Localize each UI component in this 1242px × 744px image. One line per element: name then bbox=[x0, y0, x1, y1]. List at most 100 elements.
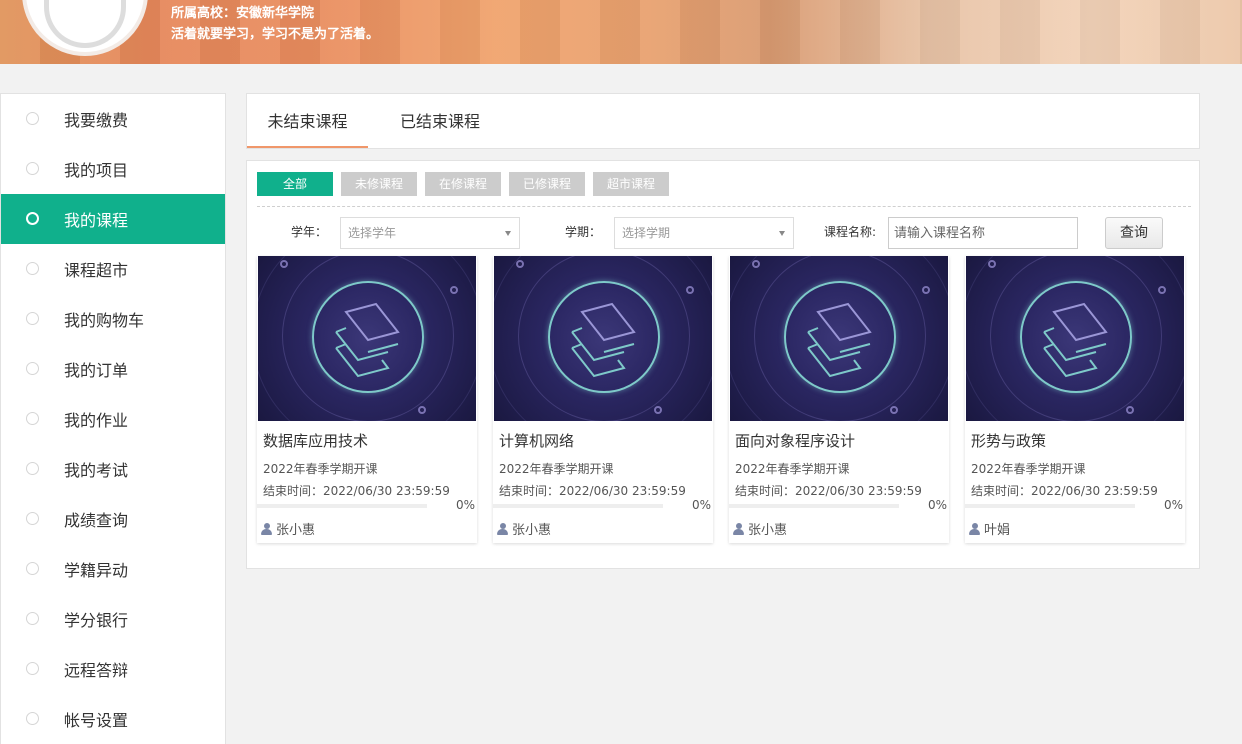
year-select[interactable]: 选择学年 bbox=[340, 217, 520, 249]
progress-percent: 0% bbox=[927, 498, 947, 512]
sidebar-item-label: 我的购物车 bbox=[64, 311, 145, 330]
teacher: 张小惠 bbox=[497, 519, 551, 538]
layers-icon bbox=[335, 302, 400, 378]
tab-finished-courses[interactable]: 已结束课程 bbox=[400, 94, 480, 148]
sidebar-item-orders[interactable]: 我的订单 bbox=[1, 344, 225, 394]
progress-percent: 0% bbox=[691, 498, 711, 512]
tab-unfinished-courses[interactable]: 未结束课程 bbox=[247, 94, 368, 148]
sidebar-item-courses[interactable]: 我的课程 bbox=[1, 194, 225, 244]
course-term: 2022年春季学期开课 bbox=[735, 462, 850, 476]
user-icon bbox=[497, 522, 508, 535]
sidebar-item-label: 课程超市 bbox=[64, 261, 129, 280]
sidebar-item-cart[interactable]: 我的购物车 bbox=[1, 294, 225, 344]
teacher: 张小惠 bbox=[261, 519, 315, 538]
user-icon bbox=[733, 522, 744, 535]
sidebar-item-exams[interactable]: 我的考试 bbox=[1, 444, 225, 494]
circle-icon bbox=[26, 312, 39, 325]
sidebar-item-label: 成绩查询 bbox=[64, 511, 129, 530]
layers-icon bbox=[1043, 302, 1108, 378]
sidebar-item-label: 我的订单 bbox=[64, 361, 129, 380]
avatar[interactable] bbox=[22, 0, 148, 56]
filter-in-progress-button[interactable]: 在修课程 bbox=[425, 172, 501, 196]
course-term: 2022年春季学期开课 bbox=[499, 462, 614, 476]
sidebar-item-label: 我的项目 bbox=[64, 161, 129, 180]
layers-icon bbox=[807, 302, 872, 378]
course-card[interactable]: 面向对象程序设计 2022年春季学期开课 结束时间：2022/06/30 23:… bbox=[729, 256, 949, 543]
course-thumbnail bbox=[966, 256, 1184, 421]
course-name-label: 课程名称: bbox=[824, 225, 877, 239]
circle-icon bbox=[26, 162, 39, 175]
circle-icon bbox=[26, 212, 39, 225]
progress-bar bbox=[729, 504, 899, 508]
circle-icon bbox=[26, 612, 39, 625]
sidebar-item-projects[interactable]: 我的项目 bbox=[1, 144, 225, 194]
course-title: 形势与政策 bbox=[971, 432, 1047, 450]
sidebar-item-label: 帐号设置 bbox=[64, 711, 129, 730]
course-panel: 全部 未修课程 在修课程 已修课程 超市课程 学年： 选择学年 学期： 选择学期… bbox=[246, 160, 1200, 569]
sidebar-item-credit-bank[interactable]: 学分银行 bbox=[1, 594, 225, 644]
teacher: 张小惠 bbox=[733, 519, 787, 538]
avatar-smile-icon bbox=[44, 0, 126, 48]
sidebar-item-label: 我的课程 bbox=[64, 211, 129, 230]
school-line: 所属高校：安徽新华学院 bbox=[171, 6, 315, 21]
teacher-name: 张小惠 bbox=[512, 523, 552, 538]
course-end-time: 结束时间：2022/06/30 23:59:59 bbox=[971, 484, 1158, 498]
term-select[interactable]: 选择学期 bbox=[614, 217, 794, 249]
sidebar-item-payment[interactable]: 我要缴费 bbox=[1, 94, 225, 144]
year-label: 学年： bbox=[291, 225, 328, 239]
course-tabs: 未结束课程 已结束课程 bbox=[246, 93, 1200, 149]
sidebar-item-remote-defense[interactable]: 远程答辩 bbox=[1, 644, 225, 694]
teacher-name: 叶娟 bbox=[984, 523, 1011, 538]
teacher-name: 张小惠 bbox=[276, 523, 316, 538]
circle-icon bbox=[26, 712, 39, 725]
course-card[interactable]: 形势与政策 2022年春季学期开课 结束时间：2022/06/30 23:59:… bbox=[965, 256, 1185, 543]
circle-icon bbox=[26, 262, 39, 275]
chevron-down-icon bbox=[505, 231, 511, 236]
sidebar-nav: 我要缴费 我的项目 我的课程 课程超市 我的购物车 我的订单 我的作业 我的考试… bbox=[0, 93, 226, 744]
course-card[interactable]: 数据库应用技术 2022年春季学期开课 结束时间：2022/06/30 23:5… bbox=[257, 256, 477, 543]
progress-bar bbox=[257, 504, 427, 508]
filter-not-taken-button[interactable]: 未修课程 bbox=[341, 172, 417, 196]
circle-icon bbox=[26, 112, 39, 125]
chevron-down-icon bbox=[779, 231, 785, 236]
course-end-time: 结束时间：2022/06/30 23:59:59 bbox=[735, 484, 922, 498]
profile-info: 所属高校：安徽新华学院 活着就要学习，学习不是为了活着。 bbox=[171, 3, 379, 45]
sidebar-item-status-change[interactable]: 学籍异动 bbox=[1, 544, 225, 594]
circle-icon bbox=[26, 512, 39, 525]
teacher: 叶娟 bbox=[969, 519, 1010, 538]
sidebar-item-label: 远程答辩 bbox=[64, 661, 129, 680]
motto: 活着就要学习，学习不是为了活着。 bbox=[171, 27, 380, 42]
filter-market-button[interactable]: 超市课程 bbox=[593, 172, 669, 196]
progress-percent: 0% bbox=[1163, 498, 1183, 512]
progress-bar bbox=[965, 504, 1135, 508]
course-name-input[interactable] bbox=[888, 217, 1078, 249]
progress-percent: 0% bbox=[455, 498, 475, 512]
sidebar-item-course-market[interactable]: 课程超市 bbox=[1, 244, 225, 294]
course-thumbnail bbox=[494, 256, 712, 421]
circle-icon bbox=[26, 362, 39, 375]
query-button[interactable]: 查询 bbox=[1105, 217, 1163, 249]
course-thumbnail bbox=[258, 256, 476, 421]
course-term: 2022年春季学期开课 bbox=[263, 462, 378, 476]
circle-icon bbox=[26, 662, 39, 675]
sidebar-item-label: 学籍异动 bbox=[64, 561, 129, 580]
circle-icon bbox=[26, 412, 39, 425]
sidebar-item-grades[interactable]: 成绩查询 bbox=[1, 494, 225, 544]
filter-completed-button[interactable]: 已修课程 bbox=[509, 172, 585, 196]
user-icon bbox=[969, 522, 980, 535]
course-card[interactable]: 计算机网络 2022年春季学期开课 结束时间：2022/06/30 23:59:… bbox=[493, 256, 713, 543]
filter-all-button[interactable]: 全部 bbox=[257, 172, 333, 196]
teacher-name: 张小惠 bbox=[748, 523, 788, 538]
course-end-time: 结束时间：2022/06/30 23:59:59 bbox=[263, 484, 450, 498]
course-thumbnail bbox=[730, 256, 948, 421]
sidebar-item-homework[interactable]: 我的作业 bbox=[1, 394, 225, 444]
user-icon bbox=[261, 522, 272, 535]
course-filter-bar: 全部 未修课程 在修课程 已修课程 超市课程 bbox=[257, 172, 669, 196]
circle-icon bbox=[26, 562, 39, 575]
sidebar-item-label: 我的考试 bbox=[64, 461, 129, 480]
circle-icon bbox=[26, 462, 39, 475]
course-title: 面向对象程序设计 bbox=[735, 432, 856, 450]
sidebar-item-account-settings[interactable]: 帐号设置 bbox=[1, 694, 225, 744]
sidebar-item-label: 我的作业 bbox=[64, 411, 129, 430]
profile-banner: 所属高校：安徽新华学院 活着就要学习，学习不是为了活着。 bbox=[0, 0, 1242, 64]
